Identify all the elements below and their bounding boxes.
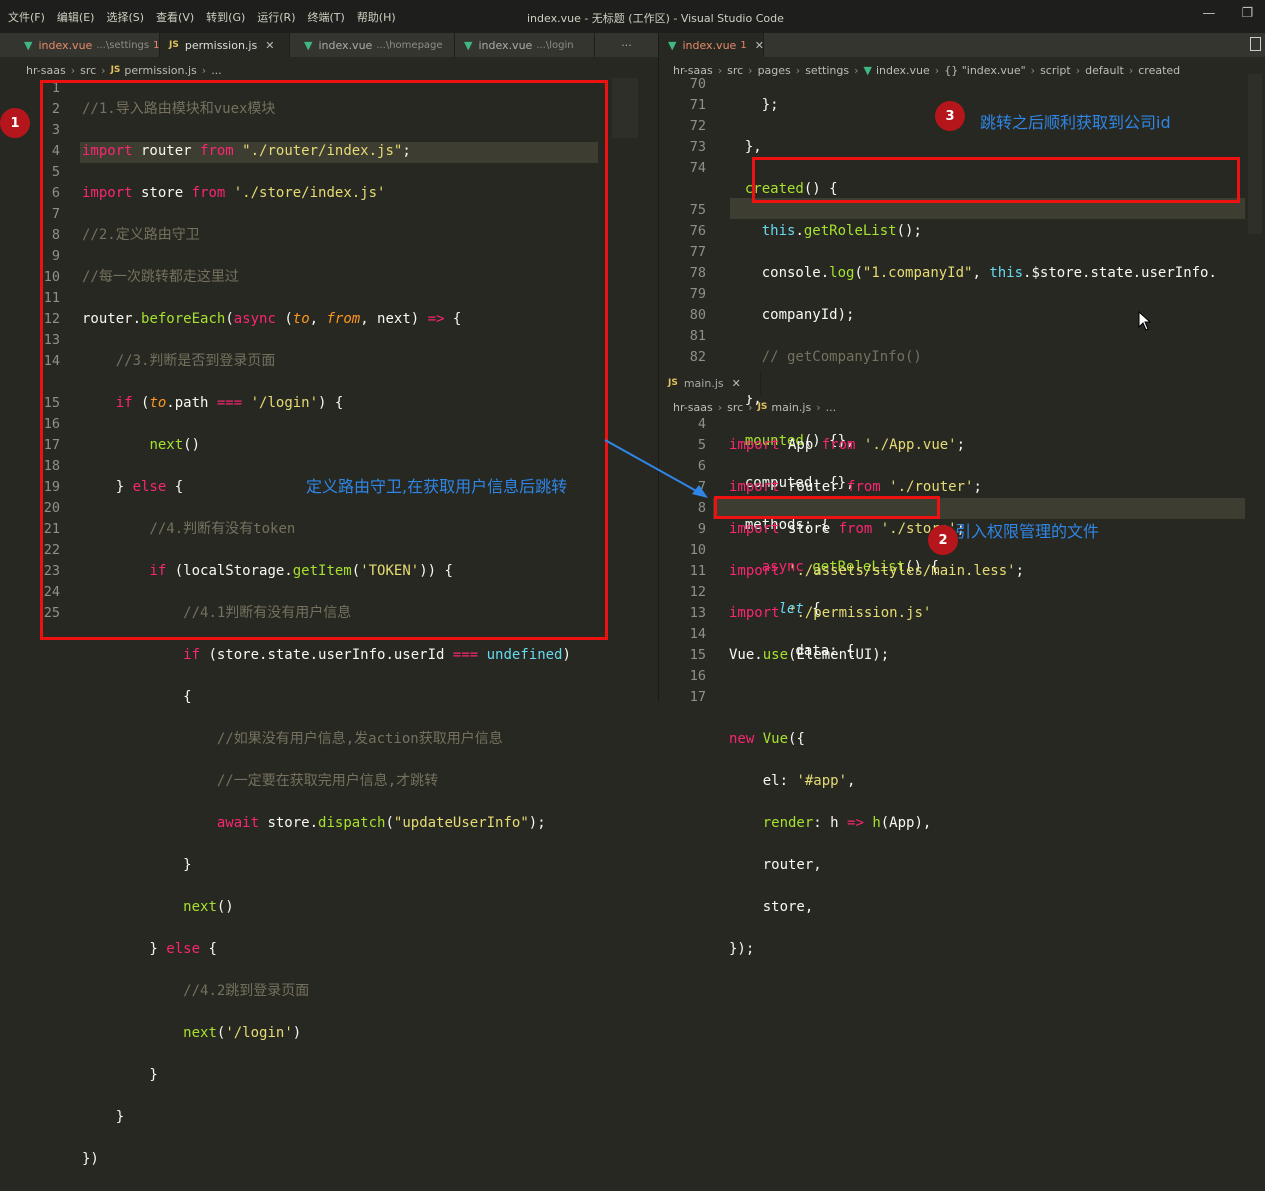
split-editor-icon[interactable]	[1250, 37, 1261, 51]
line-number: 79	[689, 286, 706, 302]
line-numbers-bottom: 4 5 6 7 8 9 10 11 12 13 14 15 16 17	[680, 414, 706, 708]
tab-index-vue-login[interactable]: ▼ index.vue ...\login	[455, 33, 595, 57]
line-number: 76	[689, 223, 706, 239]
more-actions-icon[interactable]: ···	[595, 33, 658, 57]
right-tab-bar: ▼ index.vue 1 ✕	[659, 33, 1265, 57]
line-number	[676, 179, 706, 200]
annotation-box-left	[40, 80, 608, 640]
badge-2: 2	[928, 525, 958, 555]
breadcrumb-separator: ›	[70, 63, 76, 77]
breadcrumb-separator: ›	[717, 400, 723, 414]
vue-file-icon: ▼	[464, 38, 473, 52]
breadcrumb-item[interactable]: ...	[211, 64, 222, 77]
close-icon[interactable]: ✕	[732, 377, 741, 390]
minimap-right[interactable]	[1248, 74, 1262, 234]
line-number: 16	[689, 668, 706, 684]
line-number: 6	[697, 458, 706, 474]
breadcrumb-item[interactable]: permission.js	[124, 64, 196, 77]
menu-item-6[interactable]: 终端(T)	[308, 9, 345, 25]
js-file-icon: JS	[668, 378, 678, 388]
close-icon[interactable]: ✕	[755, 39, 764, 52]
vue-file-icon: ▼	[668, 38, 677, 52]
line-number: 8	[697, 500, 706, 516]
line-number: 70	[689, 76, 706, 92]
vue-file-icon: ▼	[304, 38, 313, 52]
line-number: 12	[689, 584, 706, 600]
menu-item-2[interactable]: 选择(S)	[106, 9, 144, 25]
line-number: 82	[689, 349, 706, 365]
tab-index-vue[interactable]: ▼ index.vue 1 ✕	[659, 33, 764, 57]
menu-item-3[interactable]: 查看(V)	[156, 9, 194, 25]
line-number: 15	[689, 647, 706, 663]
line-number: 73	[689, 139, 706, 155]
badge-1: 1	[0, 108, 30, 138]
tab-main-js[interactable]: JS main.js ✕	[659, 371, 761, 395]
editor-divider	[658, 33, 659, 702]
line-number: 75	[689, 202, 706, 218]
js-file-icon: JS	[169, 40, 179, 50]
note-bottom: 引入权限管理的文件	[955, 522, 1100, 541]
menu-item-0[interactable]: 文件(F)	[8, 9, 45, 25]
tab-index-vue-settings[interactable]: ▼ index.vue ...\settings 1	[0, 33, 160, 57]
mouse-cursor-icon	[1138, 311, 1152, 331]
tab-index-vue-homepage[interactable]: ▼ index.vue ...\homepage	[290, 33, 455, 57]
breadcrumb-item[interactable]: hr-saas	[673, 401, 713, 414]
line-number: 81	[689, 328, 706, 344]
close-icon[interactable]: ✕	[265, 39, 274, 52]
line-numbers-right: 70 71 72 73 74 75 76 77 78 79 80 81 82	[676, 74, 706, 368]
main-tab-bar: JS main.js ✕	[659, 371, 1265, 395]
breadcrumb-item[interactable]: main.js	[771, 401, 811, 414]
line-number: 10	[689, 542, 706, 558]
line-number: 74	[689, 160, 706, 176]
line-number: 80	[689, 307, 706, 323]
js-file-icon: JS	[757, 402, 768, 412]
line-number: 71	[689, 97, 706, 113]
breadcrumb-separator: ›	[748, 400, 753, 414]
line-number: 4	[697, 416, 706, 432]
menu-bar: 文件(F) 编辑(E) 选择(S) 查看(V) 转到(G) 运行(R) 终端(T) 帮助(H)	[8, 9, 396, 25]
breadcrumb-left: hr-saas › src › JS permission.js ›...	[26, 61, 222, 79]
line-number: 5	[697, 437, 706, 453]
line-number: 78	[689, 265, 706, 281]
breadcrumb-item[interactable]: hr-saas	[26, 64, 66, 77]
restore-button[interactable]: ❐	[1241, 6, 1253, 21]
window-title: index.vue - 无标题 (工作区) - Visual Studio Co…	[527, 12, 784, 25]
vue-file-icon: ▼	[24, 38, 33, 52]
tab-permission-js[interactable]: JS permission.js ✕	[160, 33, 290, 57]
line-number: 11	[689, 563, 706, 579]
note-top: 跳转之后顺利获取到公司id	[980, 113, 1171, 132]
menu-item-4[interactable]: 转到(G)	[206, 9, 245, 25]
minimap-left[interactable]	[612, 78, 638, 138]
breadcrumb-separator: ›	[101, 63, 106, 77]
minimize-button[interactable]: —	[1202, 6, 1215, 21]
breadcrumb-item[interactable]: ...	[826, 401, 837, 414]
note-left: 定义路由守卫,在获取用户信息后跳转	[306, 477, 568, 496]
breadcrumb-separator: ›	[816, 400, 821, 414]
menu-item-1[interactable]: 编辑(E)	[57, 9, 95, 25]
title-bar: 文件(F) 编辑(E) 选择(S) 查看(V) 转到(G) 运行(R) 终端(T) 帮助(H)…	[0, 0, 1265, 33]
menu-item-7[interactable]: 帮助(H)	[357, 9, 396, 25]
line-number: 13	[689, 605, 706, 621]
line-number: 7	[697, 479, 706, 495]
breadcrumb-separator: ›	[201, 63, 207, 77]
js-file-icon: JS	[110, 65, 121, 75]
menu-item-5[interactable]: 运行(R)	[257, 9, 295, 25]
line-number: 9	[697, 521, 706, 537]
breadcrumb-item[interactable]: src	[727, 401, 743, 414]
annotation-box-import	[714, 496, 940, 519]
left-tab-bar: ▼ index.vue ...\settings 1 JS permission…	[0, 33, 658, 57]
badge-3: 3	[935, 101, 965, 131]
line-number: 77	[689, 244, 706, 260]
breadcrumb-item[interactable]: src	[80, 64, 96, 77]
line-number: 72	[689, 118, 706, 134]
breadcrumb-separator: ›	[717, 63, 723, 77]
line-number: 17	[689, 689, 706, 705]
annotation-box-console	[752, 157, 1240, 203]
line-number: 14	[689, 626, 706, 642]
